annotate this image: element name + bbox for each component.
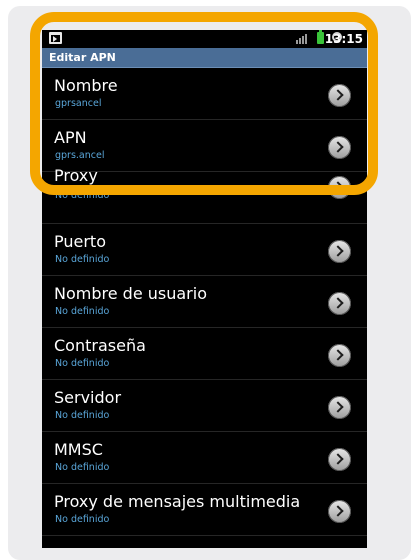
phone-screen: 13:15 Editar APN Nombre gprsancel APN gp… <box>42 30 367 548</box>
setting-label: Nombre <box>54 76 118 95</box>
chevron-right-icon[interactable] <box>328 396 351 419</box>
setting-value: No definido <box>55 410 110 421</box>
setting-row-contrasena[interactable]: Contraseña No definido <box>42 328 367 380</box>
chevron-right-icon[interactable] <box>328 292 351 315</box>
setting-value: No definido <box>55 514 110 525</box>
setting-row-mmsc[interactable]: MMSC No definido <box>42 432 367 484</box>
setting-value: No definido <box>55 462 110 473</box>
setting-label: Proxy de mensajes multimedia <box>54 492 301 511</box>
setting-value: gprs.ancel <box>55 150 105 161</box>
setting-label: MMSC <box>54 440 103 459</box>
setting-row-proxy[interactable]: Proxy No definido <box>42 166 367 224</box>
setting-label: Proxy <box>54 166 98 185</box>
page-title: Editar APN <box>49 51 116 64</box>
media-notification-icon <box>49 32 62 44</box>
setting-row-nombre[interactable]: Nombre gprsancel <box>42 68 367 120</box>
chevron-right-icon[interactable] <box>328 240 351 263</box>
chevron-right-icon[interactable] <box>328 176 351 199</box>
chevron-right-icon[interactable] <box>328 500 351 523</box>
battery-icon <box>317 30 324 44</box>
setting-row-nombre-de-usuario[interactable]: Nombre de usuario No definido <box>42 276 367 328</box>
setting-row-servidor[interactable]: Servidor No definido <box>42 380 367 432</box>
setting-value: No definido <box>55 358 110 369</box>
chevron-right-icon[interactable] <box>328 84 351 107</box>
chevron-right-icon[interactable] <box>328 344 351 367</box>
status-bar: 13:15 <box>42 30 367 48</box>
chevron-right-icon[interactable] <box>328 448 351 471</box>
status-time: 13:15 <box>324 32 363 46</box>
setting-label: Contraseña <box>54 336 146 355</box>
setting-row-apn[interactable]: APN gprs.ancel <box>42 120 367 172</box>
setting-label: Puerto <box>54 232 106 251</box>
setting-value: No definido <box>55 190 110 201</box>
title-bar: Editar APN <box>42 48 367 68</box>
setting-row-proxy-mms[interactable]: Proxy de mensajes multimedia No definido <box>42 484 367 536</box>
setting-value: No definido <box>55 306 110 317</box>
signal-icon <box>296 33 310 44</box>
setting-row-puerto[interactable]: Puerto No definido <box>42 224 367 276</box>
setting-label: Servidor <box>54 388 122 407</box>
setting-label: APN <box>54 128 87 147</box>
chevron-right-icon[interactable] <box>328 136 351 159</box>
setting-value: gprsancel <box>55 98 102 109</box>
setting-label: Nombre de usuario <box>54 284 207 303</box>
apn-settings-list: Nombre gprsancel APN gprs.ancel Proxy No… <box>42 68 367 536</box>
setting-value: No definido <box>55 254 110 265</box>
